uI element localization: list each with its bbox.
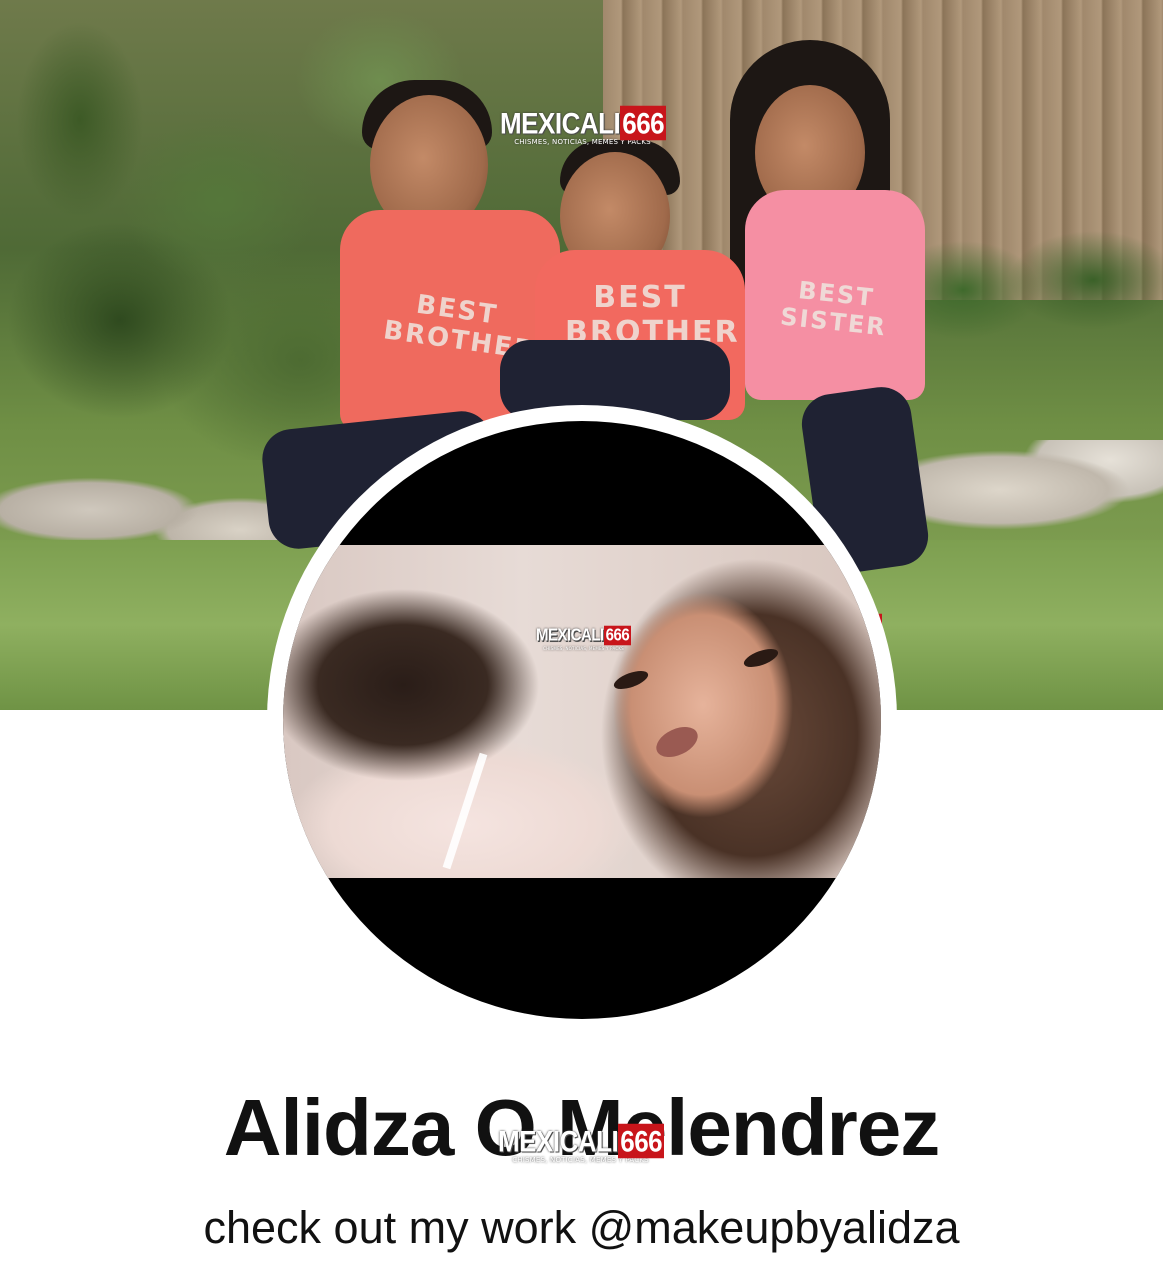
profile-page: BEST BROTHER BEST SISTER BEST BROTHER ME… xyxy=(0,0,1163,1280)
profile-bio[interactable]: check out my work @makeupbyalidza xyxy=(0,1202,1163,1254)
avatar[interactable]: MEXICALI 666 CHISMES, NOTICIAS, MEMES Y P… xyxy=(283,421,881,1019)
watermark-avatar-center: MEXICALI 666 CHISMES, NOTICIAS, MEMES Y P… xyxy=(536,625,632,651)
watermark-cover-top: MEXICALI666 CHISMES, NOTICIAS, MEMES Y P… xyxy=(500,105,667,146)
watermark-name: MEXICALI666 CHISMES, NOTICIAS, MEMES Y P… xyxy=(498,1123,665,1164)
avatar-photo xyxy=(283,545,881,878)
